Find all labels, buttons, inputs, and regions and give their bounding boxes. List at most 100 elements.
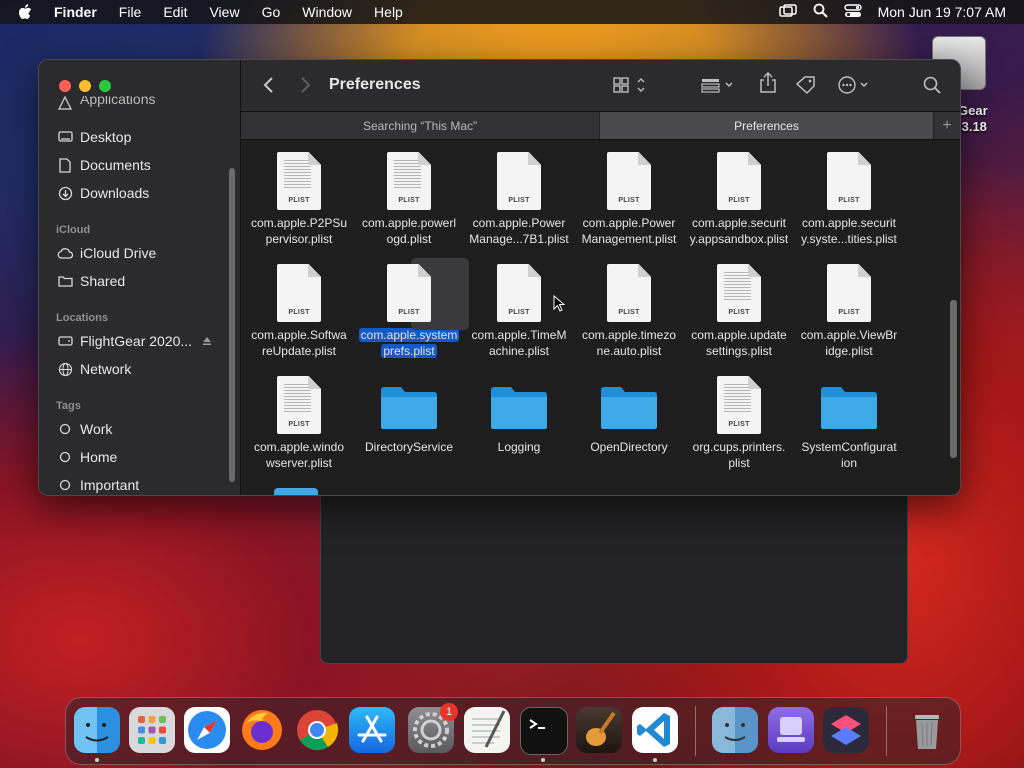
group-by-button[interactable]: [701, 75, 737, 95]
file-item[interactable]: PLIST com.apple.securit y.syste...tities.p…: [794, 150, 904, 247]
file-name: com.apple.windo wserver.plist: [253, 440, 345, 470]
dock-separator: [695, 706, 696, 756]
file-item[interactable]: PLIST com.apple.P2PSu pervisor.plist: [244, 150, 354, 247]
zoom-window-button[interactable]: [99, 80, 111, 92]
sidebar-item-icloud-drive[interactable]: iCloud Drive: [57, 241, 156, 265]
sidebar-item-downloads[interactable]: Downloads: [57, 181, 149, 205]
folder-icon[interactable]: [274, 488, 318, 495]
folder-item[interactable]: DirectoryService: [354, 374, 464, 455]
menu-clock[interactable]: Mon Jun 19 7:07 AM: [878, 4, 1006, 20]
plist-file-icon: PLIST: [825, 150, 873, 212]
menu-app-finder[interactable]: Finder: [54, 4, 97, 20]
file-item[interactable]: PLIST com.apple.windo wserver.plist: [244, 374, 354, 471]
screen-mirroring-icon[interactable]: [778, 3, 797, 21]
menu-window[interactable]: Window: [302, 4, 352, 20]
sidebar-item-network[interactable]: Network: [57, 357, 131, 381]
file-item[interactable]: PLIST com.apple.securit y.appsandbox.plist: [684, 150, 794, 247]
terminal-icon[interactable]: [520, 707, 568, 755]
sidebar-item-desktop[interactable]: Desktop: [57, 125, 131, 149]
search-button[interactable]: [923, 75, 941, 95]
system-settings-icon[interactable]: 1: [408, 703, 458, 753]
vscode-icon[interactable]: [632, 707, 678, 753]
plist-label: PLIST: [288, 421, 310, 428]
tag-button[interactable]: [795, 75, 817, 95]
file-name: com.apple.ViewBr idge.plist: [800, 328, 898, 358]
sidebar-item-tag-work[interactable]: Work: [57, 417, 112, 441]
control-center-icon[interactable]: [843, 3, 862, 21]
safari-icon[interactable]: [184, 707, 230, 753]
menu-go[interactable]: Go: [262, 4, 281, 20]
file-item[interactable]: PLIST com.apple.update settings.plist: [684, 262, 794, 359]
app-store-icon[interactable]: [349, 707, 395, 753]
file-item[interactable]: PLIST com.apple.timezo ne.auto.plist: [574, 262, 684, 359]
eject-icon[interactable]: [202, 333, 212, 349]
launchpad-icon[interactable]: [129, 707, 175, 753]
sidebar-item-flightgear[interactable]: FlightGear 2020...: [57, 329, 212, 353]
file-item[interactable]: PLIST com.apple.system prefs.plist: [354, 258, 469, 359]
simulator-icon[interactable]: [768, 707, 814, 753]
content-scrollbar[interactable]: [950, 300, 957, 458]
sidebar-item-applications[interactable]: Applications: [57, 96, 156, 110]
file-item[interactable]: PLIST com.apple.Softwa reUpdate.plist: [244, 262, 354, 359]
more-actions-button[interactable]: [837, 75, 873, 95]
menu-file[interactable]: File: [119, 4, 142, 20]
file-item[interactable]: PLIST com.apple.ViewBr idge.plist: [794, 262, 904, 359]
cloud-icon: [57, 245, 73, 261]
tab-preferences[interactable]: Preferences: [599, 112, 933, 139]
close-window-button[interactable]: [59, 80, 71, 92]
new-tab-button[interactable]: +: [933, 112, 960, 139]
apple-menu-icon[interactable]: [14, 1, 36, 23]
sidebar-item-tag-home[interactable]: Home: [57, 445, 117, 469]
plist-file-icon: PLIST: [715, 262, 763, 324]
file-item[interactable]: PLIST org.cups.printers. plist: [684, 374, 794, 471]
sidebar-item-shared[interactable]: Shared: [57, 269, 125, 293]
menu-edit[interactable]: Edit: [163, 4, 187, 20]
folder-icon: [491, 374, 547, 436]
folder-item[interactable]: SystemConfigurat ion: [794, 374, 904, 471]
garageband-icon[interactable]: [576, 707, 622, 753]
file-name: OpenDirectory: [590, 440, 668, 454]
file-item[interactable]: PLIST com.apple.Power Management.plist: [574, 150, 684, 247]
folder-item[interactable]: OpenDirectory: [574, 374, 684, 455]
sidebar-heading-tags: Tags: [56, 400, 81, 412]
plist-file-icon: PLIST: [715, 374, 763, 436]
plist-file-icon: PLIST: [385, 150, 433, 212]
textedit-icon[interactable]: [464, 707, 510, 753]
finder-icon[interactable]: [74, 707, 120, 753]
sidebar-item-tag-important[interactable]: Important: [57, 473, 139, 495]
plist-label: PLIST: [288, 197, 310, 204]
sidebar-scrollbar[interactable]: [229, 168, 235, 482]
firefox-icon[interactable]: [239, 707, 285, 753]
desktop-drive-label[interactable]: Gear .3.18: [958, 103, 988, 135]
plist-label: PLIST: [398, 197, 420, 204]
tag-circle-icon: [57, 421, 73, 437]
finder-folder-icon[interactable]: [712, 707, 758, 753]
file-item[interactable]: PLIST com.apple.powerl ogd.plist: [354, 150, 464, 247]
folder-item[interactable]: Logging: [464, 374, 574, 455]
minimize-window-button[interactable]: [79, 80, 91, 92]
file-name: com.apple.TimeM achine.plist: [471, 328, 567, 358]
window-controls: [59, 80, 111, 92]
tab-searching-this-mac[interactable]: Searching “This Mac”: [241, 112, 599, 139]
spotlight-search-icon[interactable]: [813, 3, 828, 21]
download-icon: [57, 185, 73, 201]
shortcuts-icon[interactable]: [823, 707, 869, 753]
file-item[interactable]: PLIST com.apple.Power Manage...7B1.plist: [464, 150, 574, 247]
menu-view[interactable]: View: [209, 4, 239, 20]
window-title: Preferences: [329, 76, 421, 93]
background-window[interactable]: [320, 488, 908, 664]
forward-button[interactable]: [299, 75, 311, 95]
file-name: com.apple.Power Manage...7B1.plist: [469, 216, 569, 246]
plist-label: PLIST: [838, 197, 860, 204]
view-mode-icon-grid-button[interactable]: [613, 75, 647, 95]
chrome-icon[interactable]: [294, 707, 340, 753]
plist-file-icon: PLIST: [605, 262, 653, 324]
share-button[interactable]: [759, 72, 777, 93]
trash-icon[interactable]: [904, 707, 950, 753]
plist-file-icon: PLIST: [275, 374, 323, 436]
plist-file-icon: PLIST: [825, 262, 873, 324]
menu-help[interactable]: Help: [374, 4, 403, 20]
sidebar-item-documents[interactable]: Documents: [57, 153, 151, 177]
back-button[interactable]: [263, 75, 275, 95]
folder-icon: [381, 374, 437, 436]
